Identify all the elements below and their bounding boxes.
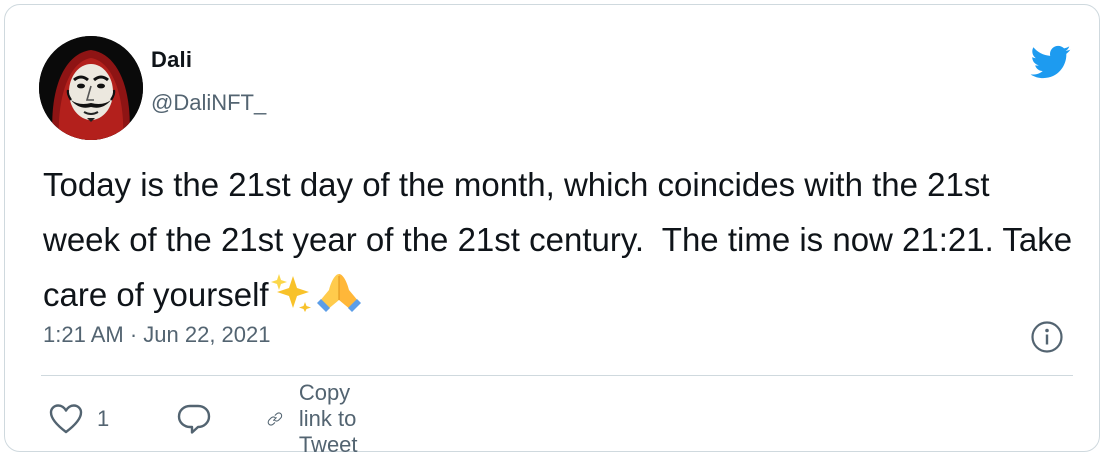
author-name[interactable]: Dali: [151, 47, 192, 73]
folded-hands-emoji-icon: [315, 272, 363, 328]
reply-button[interactable]: [177, 397, 211, 441]
info-icon[interactable]: [1030, 320, 1064, 354]
avatar[interactable]: [39, 36, 143, 140]
sparkles-emoji-icon: [270, 272, 313, 328]
heart-icon: [49, 404, 83, 434]
tweet-body: Today is the 21st day of the month, whic…: [43, 166, 1082, 313]
copy-link-label: Copy link to Tweet: [298, 380, 358, 457]
divider: [41, 375, 1073, 376]
like-count: 1: [97, 406, 110, 431]
twitter-bird-icon[interactable]: [1025, 41, 1075, 83]
link-icon: [267, 412, 283, 426]
tweet-card: Dali @DaliNFT_ Today is the 21st day of …: [4, 4, 1100, 457]
masked-face-avatar-icon: [39, 36, 143, 140]
like-button[interactable]: 1: [49, 397, 109, 441]
copy-link-button[interactable]: Copy link to Tweet: [267, 380, 378, 457]
reply-bubble-icon: [177, 404, 211, 434]
tweet-text: Today is the 21st day of the month, whic…: [43, 157, 1073, 328]
author-handle[interactable]: @DaliNFT_: [151, 90, 266, 116]
tweet-timestamp[interactable]: 1:21 AM · Jun 22, 2021: [43, 322, 271, 348]
